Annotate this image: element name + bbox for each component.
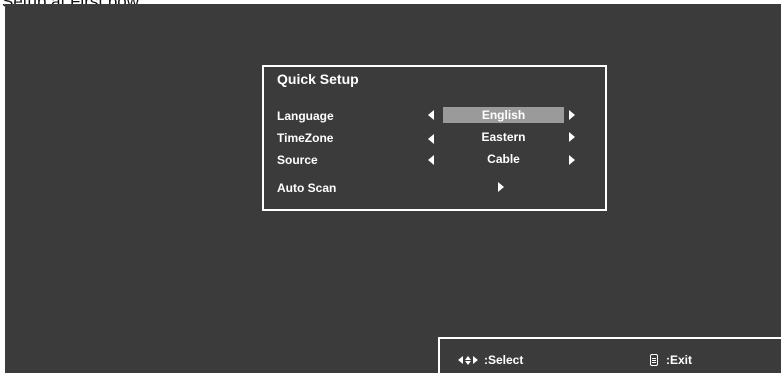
language-right-arrow-icon[interactable] [569, 110, 575, 120]
select-hint-label: :Select [484, 353, 524, 367]
timezone-left-arrow-icon[interactable] [428, 134, 434, 144]
auto-scan-label: Auto Scan [277, 181, 337, 195]
language-row[interactable]: Language English [264, 107, 605, 125]
source-row[interactable]: Source Cable [264, 151, 605, 169]
timezone-label: TimeZone [277, 131, 334, 145]
status-bar: :Select :Exit [438, 337, 781, 373]
auto-scan-right-arrow-icon[interactable] [498, 182, 504, 192]
tv-screen: Quick Setup Language English TimeZone Ea… [5, 4, 781, 373]
remote-icon [650, 354, 658, 366]
exit-hint-label: :Exit [666, 353, 693, 367]
arrow-keys-icon [458, 355, 478, 365]
source-left-arrow-icon[interactable] [428, 155, 434, 165]
source-label: Source [277, 153, 318, 167]
source-right-arrow-icon[interactable] [569, 155, 575, 165]
timezone-right-arrow-icon[interactable] [569, 132, 575, 142]
select-hint: :Select [458, 353, 523, 367]
auto-scan-row[interactable]: Auto Scan [264, 179, 605, 197]
quick-setup-dialog: Quick Setup Language English TimeZone Ea… [262, 65, 607, 211]
language-left-arrow-icon[interactable] [428, 110, 434, 120]
exit-hint: :Exit [650, 353, 692, 367]
source-value[interactable]: Cable [443, 151, 564, 167]
dialog-title: Quick Setup [277, 71, 359, 87]
language-label: Language [277, 109, 334, 123]
timezone-row[interactable]: TimeZone Eastern [264, 129, 605, 147]
language-value[interactable]: English [443, 107, 564, 123]
timezone-value[interactable]: Eastern [443, 129, 564, 145]
